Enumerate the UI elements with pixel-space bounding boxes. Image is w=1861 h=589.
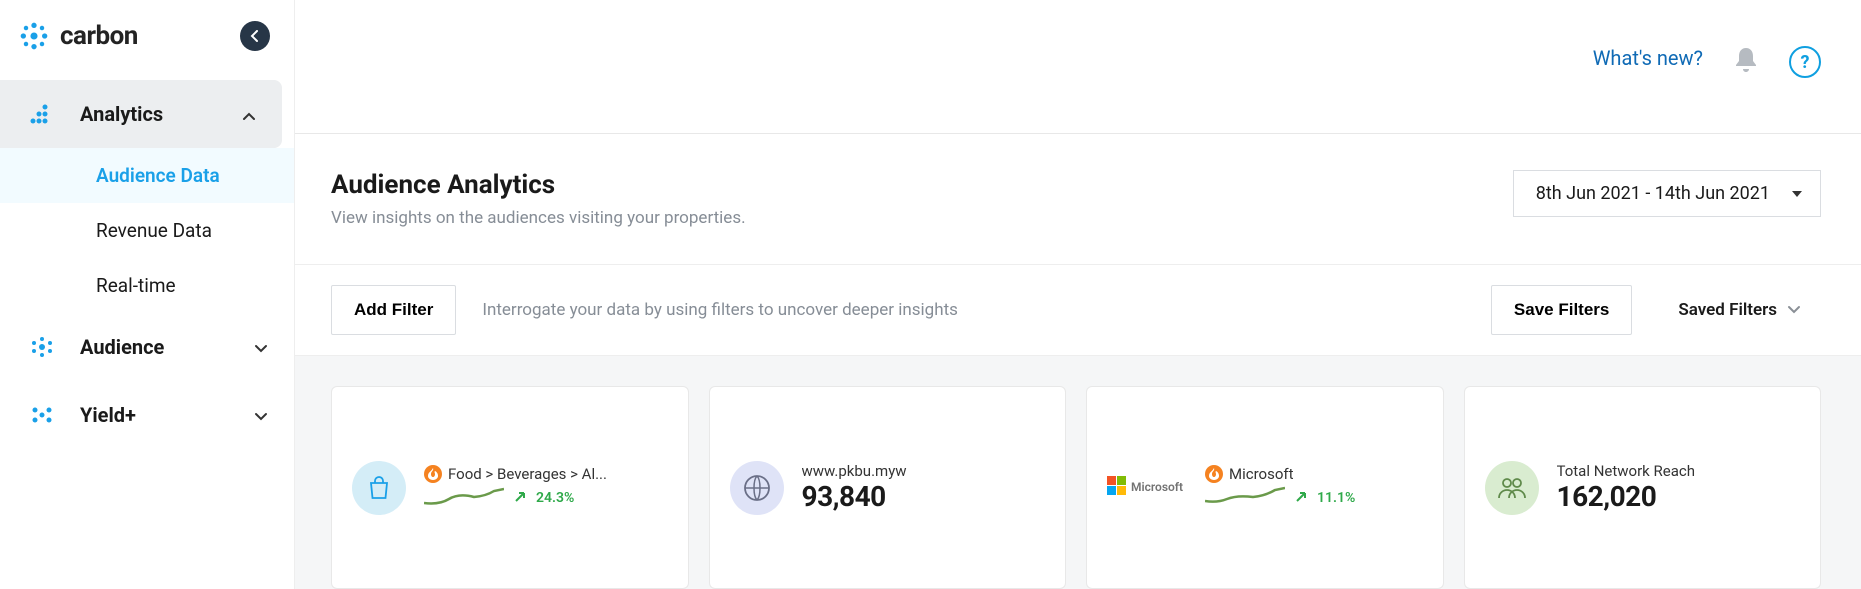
card-label: www.pkbu.myw <box>802 462 907 480</box>
date-range-picker[interactable]: 8th Jun 2021 - 14th Jun 2021 <box>1513 170 1821 217</box>
nav-item-yield[interactable]: Yield+ <box>0 381 294 449</box>
card-delta: 24.3% <box>536 490 574 506</box>
shopping-bag-icon <box>352 461 406 515</box>
help-icon[interactable]: ? <box>1789 46 1821 78</box>
nav-label: Analytics <box>80 102 163 126</box>
card-label: Total Network Reach <box>1557 462 1695 480</box>
page-header: Audience Analytics View insights on the … <box>295 134 1861 265</box>
nav-sub-label: Real-time <box>96 274 176 297</box>
save-filters-button[interactable]: Save Filters <box>1491 285 1632 335</box>
sparkline-icon <box>1205 485 1285 511</box>
page-subtitle: View insights on the audiences visiting … <box>331 208 746 228</box>
sparkline-icon <box>424 485 504 511</box>
saved-filters-label: Saved Filters <box>1678 300 1777 320</box>
nav-sub-label: Revenue Data <box>96 219 212 242</box>
chevron-down-icon <box>1787 300 1801 320</box>
card-value: 162,020 <box>1557 480 1801 513</box>
date-range-value: 8th Jun 2021 - 14th Jun 2021 <box>1536 183 1770 204</box>
nav-item-audience[interactable]: Audience <box>0 313 294 381</box>
analytics-icon <box>26 98 58 130</box>
saved-filters-dropdown[interactable]: Saved Filters <box>1658 286 1821 334</box>
nav-label: Audience <box>80 335 164 359</box>
filter-bar: Add Filter Interrogate your data by usin… <box>295 265 1861 356</box>
brand-logo[interactable]: carbon <box>18 20 138 52</box>
card-value: 93,840 <box>802 480 1046 513</box>
nav-sub-label: Audience Data <box>96 164 220 187</box>
logo-row: carbon <box>0 20 294 80</box>
arrow-up-icon <box>1295 488 1307 507</box>
chevron-left-icon <box>249 27 261 46</box>
arrow-up-icon <box>514 488 526 507</box>
collapse-sidebar-button[interactable] <box>240 21 270 51</box>
card-trending-food[interactable]: Food > Beverages > Al... 24.3% <box>331 386 689 589</box>
chevron-up-icon <box>242 102 256 126</box>
brand-name: carbon <box>60 21 138 51</box>
card-delta: 11.1% <box>1317 490 1355 506</box>
nav-sub-revenue-data[interactable]: Revenue Data <box>0 203 294 258</box>
bell-icon[interactable] <box>1733 46 1759 78</box>
page-title: Audience Analytics <box>331 170 746 200</box>
logo-icon <box>18 20 50 52</box>
add-filter-button[interactable]: Add Filter <box>331 285 456 335</box>
microsoft-icon: Microsoft <box>1107 474 1187 502</box>
nav-label: Yield+ <box>80 403 136 427</box>
card-site-metric[interactable]: www.pkbu.myw 93,840 <box>709 386 1067 589</box>
whats-new-link[interactable]: What's new? <box>1593 46 1703 70</box>
card-network-reach[interactable]: Total Network Reach 162,020 <box>1464 386 1822 589</box>
summary-cards: Food > Beverages > Al... 24.3% <box>295 356 1861 589</box>
sidebar: carbon Analytics Audience Data Revenue D… <box>0 0 295 589</box>
nav-sub-realtime[interactable]: Real-time <box>0 258 294 313</box>
card-label: Food > Beverages > Al... <box>448 465 607 483</box>
main-content: What's new? ? Audience Analytics View in… <box>295 0 1861 589</box>
chevron-down-icon <box>254 335 268 359</box>
topbar: What's new? ? <box>295 0 1861 134</box>
svg-text:Microsoft: Microsoft <box>1131 480 1183 494</box>
audience-icon <box>26 331 58 363</box>
card-label: Microsoft <box>1229 465 1294 483</box>
card-trending-microsoft[interactable]: Microsoft Microsoft <box>1086 386 1444 589</box>
filter-hint: Interrogate your data by using filters t… <box>482 300 958 320</box>
fire-icon <box>424 465 442 483</box>
globe-icon <box>730 461 784 515</box>
yield-icon <box>26 399 58 431</box>
chevron-down-icon <box>254 403 268 427</box>
fire-icon <box>1205 465 1223 483</box>
people-icon <box>1485 461 1539 515</box>
nav-sub-audience-data[interactable]: Audience Data <box>0 148 294 203</box>
nav-item-analytics[interactable]: Analytics <box>0 80 282 148</box>
